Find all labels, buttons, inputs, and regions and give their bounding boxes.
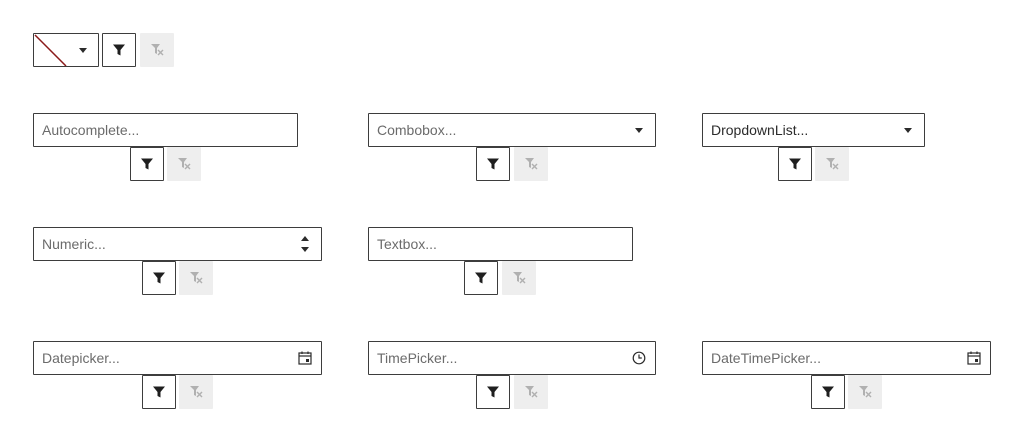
dropdownlist-value: DropdownList... <box>711 122 809 138</box>
timepicker-clear-filter-button[interactable] <box>514 375 548 409</box>
datetimepicker-filter-button[interactable] <box>811 375 845 409</box>
autocomplete-clear-filter-button[interactable] <box>167 147 201 181</box>
caret-down-icon <box>77 44 89 56</box>
datepicker-placeholder: Datepicker... <box>42 350 120 366</box>
numeric-filter-button[interactable] <box>142 261 176 295</box>
filter-icon <box>152 271 166 285</box>
dropdownlist-filter-button[interactable] <box>778 147 812 181</box>
datepicker-filter-button[interactable] <box>142 375 176 409</box>
spinner-arrows[interactable] <box>297 230 313 258</box>
caret-down-icon <box>900 122 916 138</box>
calendar-icon[interactable] <box>966 350 982 366</box>
filter-icon <box>474 271 488 285</box>
filter-icon <box>486 157 500 171</box>
filter-button[interactable] <box>102 33 136 67</box>
clock-icon[interactable] <box>631 350 647 366</box>
timepicker-placeholder: TimePicker... <box>377 350 458 366</box>
calendar-icon[interactable] <box>297 350 313 366</box>
clear-filter-button[interactable] <box>140 33 174 67</box>
filter-operator-dropdown[interactable] <box>33 33 99 67</box>
filter-icon <box>152 385 166 399</box>
filter-clear-icon <box>824 156 840 172</box>
combobox-filter-button[interactable] <box>476 147 510 181</box>
combobox-input[interactable]: Combobox... <box>368 113 656 147</box>
textbox-clear-filter-button[interactable] <box>502 261 536 295</box>
combobox-clear-filter-button[interactable] <box>514 147 548 181</box>
filter-clear-icon <box>188 384 204 400</box>
filter-icon <box>486 385 500 399</box>
filter-icon <box>821 385 835 399</box>
filter-clear-icon <box>176 156 192 172</box>
filter-icon <box>788 157 802 171</box>
autocomplete-input[interactable]: Autocomplete... <box>33 113 298 147</box>
datetimepicker-placeholder: DateTimePicker... <box>711 350 821 366</box>
caret-down-icon[interactable] <box>631 122 647 138</box>
numeric-clear-filter-button[interactable] <box>179 261 213 295</box>
autocomplete-placeholder: Autocomplete... <box>42 122 140 138</box>
timepicker-input[interactable]: TimePicker... <box>368 341 656 375</box>
decrease-arrow-icon[interactable] <box>300 246 310 254</box>
dropdownlist-input[interactable]: DropdownList... <box>702 113 925 147</box>
autocomplete-filter-button[interactable] <box>130 147 164 181</box>
filter-clear-icon <box>523 156 539 172</box>
combobox-placeholder: Combobox... <box>377 122 457 138</box>
datetimepicker-clear-filter-button[interactable] <box>848 375 882 409</box>
filter-clear-icon <box>188 270 204 286</box>
dropdownlist-clear-filter-button[interactable] <box>815 147 849 181</box>
timepicker-filter-button[interactable] <box>476 375 510 409</box>
datetimepicker-input[interactable]: DateTimePicker... <box>702 341 991 375</box>
no-operator-icon <box>34 34 68 66</box>
datepicker-clear-filter-button[interactable] <box>179 375 213 409</box>
textbox-input[interactable]: Textbox... <box>368 227 633 261</box>
filter-clear-icon <box>149 42 165 58</box>
textbox-filter-button[interactable] <box>464 261 498 295</box>
datepicker-input[interactable]: Datepicker... <box>33 341 322 375</box>
filter-clear-icon <box>857 384 873 400</box>
filter-clear-icon <box>511 270 527 286</box>
textbox-placeholder: Textbox... <box>377 236 437 252</box>
increase-arrow-icon[interactable] <box>300 234 310 242</box>
filter-icon <box>112 43 126 57</box>
numeric-placeholder: Numeric... <box>42 236 106 252</box>
filter-clear-icon <box>523 384 539 400</box>
numeric-input[interactable]: Numeric... <box>33 227 322 261</box>
filter-icon <box>140 157 154 171</box>
